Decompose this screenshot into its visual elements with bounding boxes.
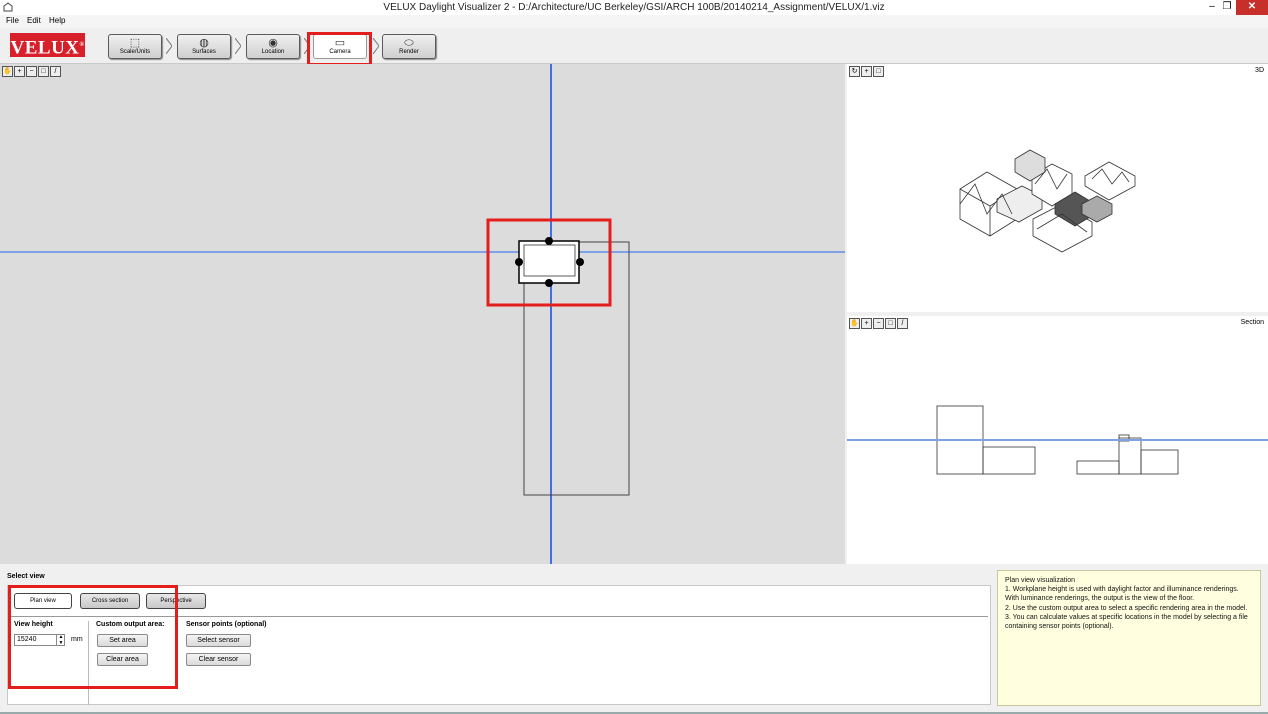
clear-sensor-button[interactable]: Clear sensor <box>186 653 251 666</box>
window-title: VELUX Daylight Visualizer 2 - D:/Archite… <box>383 2 885 13</box>
select-view-title: Select view <box>7 573 45 580</box>
palette-icon: ◍ <box>199 37 209 49</box>
step-location[interactable]: ◉ Location <box>246 34 300 59</box>
title-bar: VELUX Daylight Visualizer 2 - D:/Archite… <box>0 0 1268 15</box>
handle-top[interactable] <box>545 237 553 245</box>
camera-area[interactable] <box>518 240 580 284</box>
menu-file[interactable]: File <box>6 16 19 25</box>
highlight-camera-step <box>307 32 372 66</box>
workflow-toolbar: VELUX® ⬚ Scale/Units ◍ Surfaces ◉ Locati… <box>0 28 1268 66</box>
globe-icon: ◉ <box>268 37 278 49</box>
section-drawing <box>847 405 1268 475</box>
handle-bottom[interactable] <box>545 279 553 287</box>
menu-edit[interactable]: Edit <box>27 16 41 25</box>
plan-viewport[interactable]: ✋ + − □ / <box>0 64 845 564</box>
handle-left[interactable] <box>515 258 523 266</box>
help-line-1: 1. Workplane height is used with dayligh… <box>1005 586 1239 603</box>
close-button[interactable]: ✕ <box>1236 0 1268 15</box>
options-area: Select view Plan view Cross section Pers… <box>0 566 1268 714</box>
velux-logo: VELUX® <box>10 33 85 58</box>
sensor-points-label: Sensor points (optional) <box>186 621 267 628</box>
handle-right[interactable] <box>576 258 584 266</box>
help-title: Plan view visualization <box>1005 577 1076 584</box>
step-arrow-icon <box>373 38 379 54</box>
step-scale-units[interactable]: ⬚ Scale/Units <box>108 34 162 59</box>
menu-bar: File Edit Help <box>0 15 1268 28</box>
section-view-panel[interactable]: ✋ + − □ / Section <box>847 316 1268 564</box>
step-arrow-icon <box>235 38 241 54</box>
3d-view-panel[interactable]: ↻ + □ 3D <box>847 64 1268 312</box>
render-icon: ⬭ <box>404 37 414 49</box>
highlight-view-options <box>8 585 178 689</box>
step-surfaces[interactable]: ◍ Surfaces <box>177 34 231 59</box>
help-panel: Plan view visualization 1. Workplane hei… <box>997 570 1261 706</box>
box-icon: ⬚ <box>129 37 141 49</box>
plan-drawing <box>0 64 845 564</box>
select-sensor-button[interactable]: Select sensor <box>186 634 251 647</box>
help-line-2: 2. Use the custom output area to select … <box>1005 604 1248 612</box>
step-render[interactable]: ⬭ Render <box>382 34 436 59</box>
minimize-button[interactable]: – <box>1205 0 1219 15</box>
maximize-button[interactable]: ❐ <box>1220 0 1234 15</box>
step-arrow-icon <box>166 38 172 54</box>
menu-help[interactable]: Help <box>49 16 65 25</box>
select-view-box: Plan view Cross section Perspective View… <box>7 585 991 705</box>
help-line-3: 3. You can calculate values at specific … <box>1005 613 1248 631</box>
3d-model <box>959 149 1136 253</box>
